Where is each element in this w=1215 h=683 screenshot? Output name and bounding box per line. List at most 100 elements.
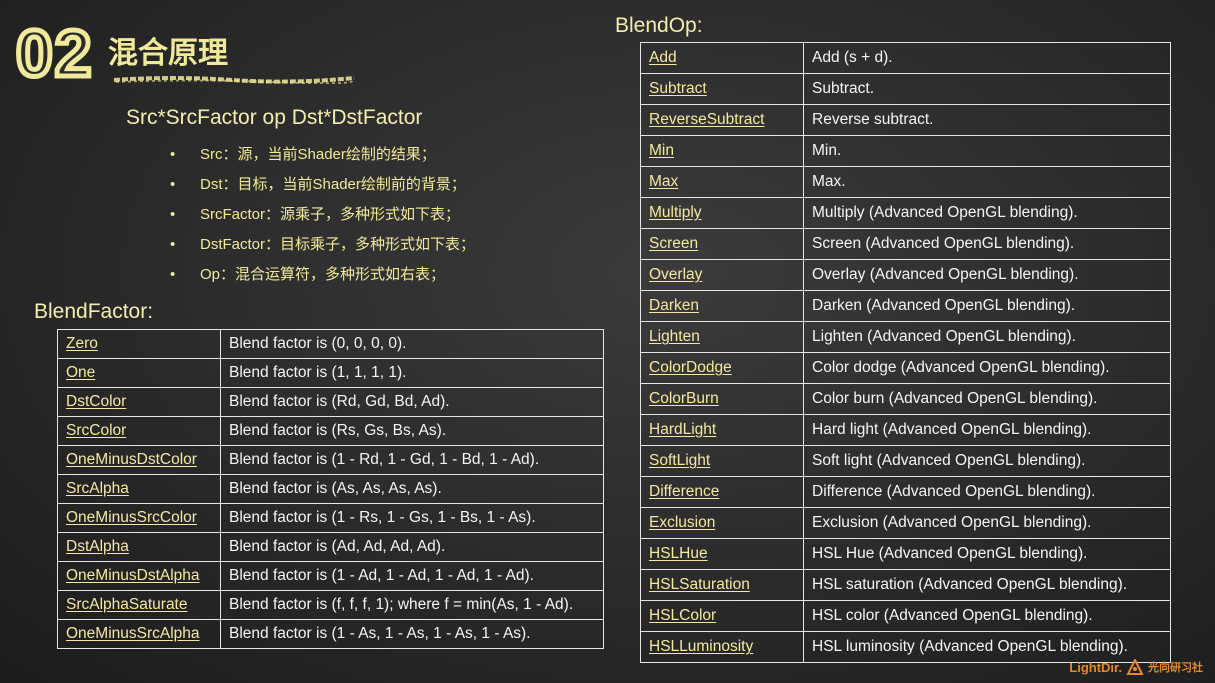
enum-description: Blend factor is (Rs, Gs, Bs, As). xyxy=(220,416,604,446)
enum-link[interactable]: Max xyxy=(640,166,804,198)
table-row: Difference Difference (Advanced OpenGL bl… xyxy=(640,476,1171,508)
table-row: OneMinusDstColor Blend factor is (1 - Rd,… xyxy=(57,445,604,475)
enum-link[interactable]: SrcColor xyxy=(57,416,221,446)
enum-description: Blend factor is (1 - As, 1 - As, 1 - As,… xyxy=(220,619,604,649)
enum-description: Lighten (Advanced OpenGL blending). xyxy=(803,321,1171,353)
enum-link[interactable]: Darken xyxy=(640,290,804,322)
lamp-icon xyxy=(1126,659,1144,675)
enum-description: HSL luminosity (Advanced OpenGL blending… xyxy=(803,631,1171,663)
bullet-item: • Src：源，当前Shader绘制的结果； xyxy=(170,145,475,175)
table-row: Subtract Subtract. xyxy=(640,73,1171,105)
table-row: SrcAlphaSaturate Blend factor is (f, f, f… xyxy=(57,590,604,620)
table-row: HSLSaturation HSL saturation (Advanced Op… xyxy=(640,569,1171,601)
enum-description: Min. xyxy=(803,135,1171,167)
enum-link[interactable]: Subtract xyxy=(640,73,804,105)
enum-link[interactable]: SrcAlpha xyxy=(57,474,221,504)
table-row: SoftLight Soft light (Advanced OpenGL ble… xyxy=(640,445,1171,477)
enum-link[interactable]: OneMinusDstAlpha xyxy=(57,561,221,591)
table-row: HSLLuminosity HSL luminosity (Advanced Op… xyxy=(640,631,1171,663)
table-row: Max Max. xyxy=(640,166,1171,198)
bullet-item: • DstFactor：目标乘子，多种形式如下表； xyxy=(170,235,475,265)
enum-link[interactable]: OneMinusSrcColor xyxy=(57,503,221,533)
enum-link[interactable]: Difference xyxy=(640,476,804,508)
enum-description: Color dodge (Advanced OpenGL blending). xyxy=(803,352,1171,384)
enum-description: Color burn (Advanced OpenGL blending). xyxy=(803,383,1171,415)
enum-link[interactable]: Overlay xyxy=(640,259,804,291)
enum-link[interactable]: HSLSaturation xyxy=(640,569,804,601)
table-row: Lighten Lighten (Advanced OpenGL blending… xyxy=(640,321,1171,353)
enum-link[interactable]: Exclusion xyxy=(640,507,804,539)
bullet-text: Dst：目标，当前Shader绘制前的背景； xyxy=(200,176,466,193)
enum-description: Reverse subtract. xyxy=(803,104,1171,136)
table-row: OneMinusSrcColor Blend factor is (1 - Rs,… xyxy=(57,503,604,533)
table-row: HardLight Hard light (Advanced OpenGL ble… xyxy=(640,414,1171,446)
enum-description: Soft light (Advanced OpenGL blending). xyxy=(803,445,1171,477)
enum-description: HSL Hue (Advanced OpenGL blending). xyxy=(803,538,1171,570)
enum-description: Multiply (Advanced OpenGL blending). xyxy=(803,197,1171,229)
enum-description: Exclusion (Advanced OpenGL blending). xyxy=(803,507,1171,539)
enum-description: HSL saturation (Advanced OpenGL blending… xyxy=(803,569,1171,601)
blend-formula: Src*SrcFactor op Dst*DstFactor xyxy=(126,106,423,129)
table-row: OneMinusDstAlpha Blend factor is (1 - Ad,… xyxy=(57,561,604,591)
enum-description: Subtract. xyxy=(803,73,1171,105)
bullet-text: Op：混合运算符，多种形式如右表； xyxy=(200,266,446,283)
blendfactor-table: Zero Blend factor is (0, 0, 0, 0). One Blen… xyxy=(57,329,604,649)
bullet-dot-icon: • xyxy=(170,266,176,283)
enum-description: Blend factor is (1 - Rs, 1 - Gs, 1 - Bs,… xyxy=(220,503,604,533)
logo-latin: LightDir. xyxy=(1069,659,1122,675)
enum-description: Blend factor is (0, 0, 0, 0). xyxy=(220,329,604,359)
bullet-text: Src：源，当前Shader绘制的结果； xyxy=(200,146,436,163)
enum-link[interactable]: Lighten xyxy=(640,321,804,353)
table-row: ColorDodge Color dodge (Advanced OpenGL b… xyxy=(640,352,1171,384)
table-row: Multiply Multiply (Advanced OpenGL blendi… xyxy=(640,197,1171,229)
enum-link[interactable]: ColorDodge xyxy=(640,352,804,384)
enum-link[interactable]: SoftLight xyxy=(640,445,804,477)
bullet-list: • Src：源，当前Shader绘制的结果； • Dst：目标，当前Shader绘制前… xyxy=(170,145,475,295)
table-row: One Blend factor is (1, 1, 1, 1). xyxy=(57,358,604,388)
enum-link[interactable]: Add xyxy=(640,42,804,74)
table-row: Min Min. xyxy=(640,135,1171,167)
table-row: ReverseSubtract Reverse subtract. xyxy=(640,104,1171,136)
enum-description: Darken (Advanced OpenGL blending). xyxy=(803,290,1171,322)
enum-description: Hard light (Advanced OpenGL blending). xyxy=(803,414,1171,446)
enum-link[interactable]: DstColor xyxy=(57,387,221,417)
table-row: Exclusion Exclusion (Advanced OpenGL blen… xyxy=(640,507,1171,539)
bullet-item: • Op：混合运算符，多种形式如右表； xyxy=(170,265,475,295)
table-row: Overlay Overlay (Advanced OpenGL blending… xyxy=(640,259,1171,291)
table-row: Zero Blend factor is (0, 0, 0, 0). xyxy=(57,329,604,359)
enum-description: Blend factor is (Rd, Gd, Bd, Ad). xyxy=(220,387,604,417)
bullet-dot-icon: • xyxy=(170,146,176,163)
bullet-dot-icon: • xyxy=(170,236,176,253)
chalk-underline xyxy=(113,76,355,84)
table-row: DstAlpha Blend factor is (Ad, Ad, Ad, Ad)… xyxy=(57,532,604,562)
enum-description: Difference (Advanced OpenGL blending). xyxy=(803,476,1171,508)
enum-link[interactable]: HSLHue xyxy=(640,538,804,570)
table-row: Add Add (s + d). xyxy=(640,42,1171,74)
enum-link[interactable]: HardLight xyxy=(640,414,804,446)
enum-link[interactable]: SrcAlphaSaturate xyxy=(57,590,221,620)
enum-link[interactable]: Screen xyxy=(640,228,804,260)
blendfactor-heading: BlendFactor: xyxy=(34,300,154,323)
enum-link[interactable]: Zero xyxy=(57,329,221,359)
table-row: Darken Darken (Advanced OpenGL blending). xyxy=(640,290,1171,322)
enum-link[interactable]: OneMinusSrcAlpha xyxy=(57,619,221,649)
enum-link[interactable]: OneMinusDstColor xyxy=(57,445,221,475)
blendop-heading: BlendOp: xyxy=(615,14,703,37)
table-row: SrcAlpha Blend factor is (As, As, As, As)… xyxy=(57,474,604,504)
blendop-table: Add Add (s + d). Subtract Subtract. ReverseS… xyxy=(640,42,1171,663)
enum-link[interactable]: Multiply xyxy=(640,197,804,229)
enum-link[interactable]: HSLColor xyxy=(640,600,804,632)
enum-link[interactable]: HSLLuminosity xyxy=(640,631,804,663)
enum-link[interactable]: DstAlpha xyxy=(57,532,221,562)
table-row: ColorBurn Color burn (Advanced OpenGL ble… xyxy=(640,383,1171,415)
enum-description: Screen (Advanced OpenGL blending). xyxy=(803,228,1171,260)
enum-link[interactable]: One xyxy=(57,358,221,388)
table-row: Screen Screen (Advanced OpenGL blending). xyxy=(640,228,1171,260)
enum-link[interactable]: ReverseSubtract xyxy=(640,104,804,136)
enum-description: Blend factor is (As, As, As, As). xyxy=(220,474,604,504)
table-row: SrcColor Blend factor is (Rs, Gs, Bs, As)… xyxy=(57,416,604,446)
section-number: 02 xyxy=(13,16,94,90)
enum-description: Blend factor is (1, 1, 1, 1). xyxy=(220,358,604,388)
enum-link[interactable]: Min xyxy=(640,135,804,167)
enum-link[interactable]: ColorBurn xyxy=(640,383,804,415)
